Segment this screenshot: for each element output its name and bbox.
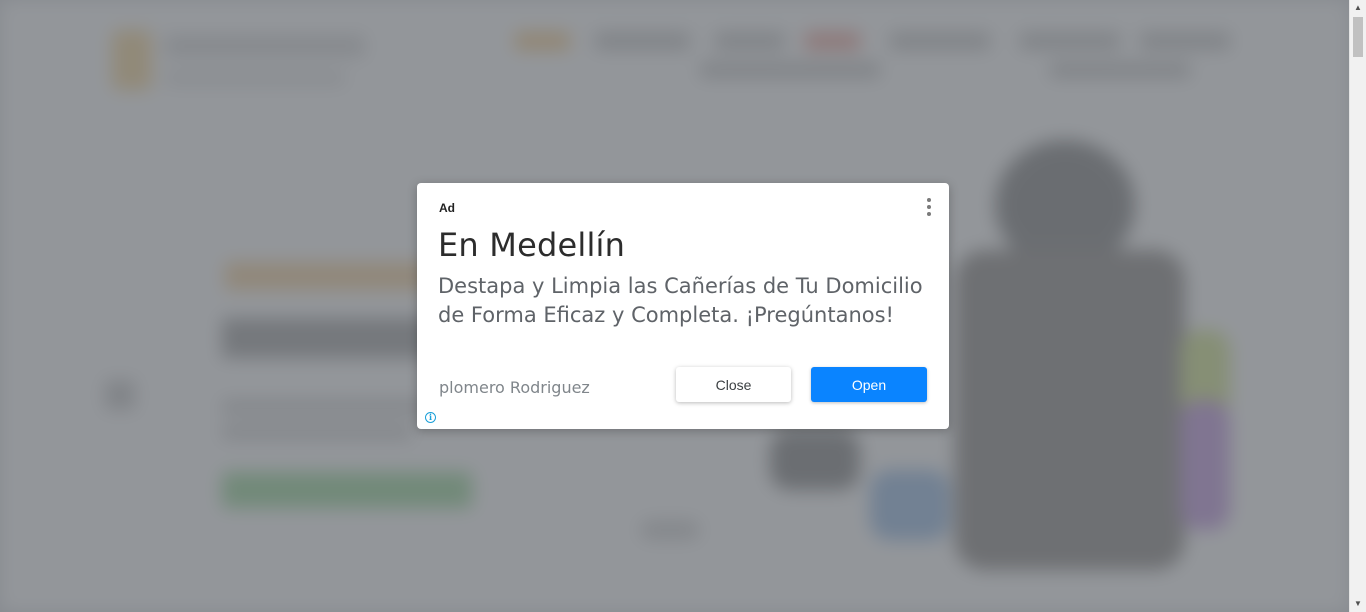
info-icon[interactable]: i	[425, 412, 436, 423]
menu-dot	[927, 212, 931, 216]
ad-advertiser[interactable]: plomero Rodriguez	[439, 378, 590, 397]
more-vertical-icon[interactable]	[921, 198, 937, 216]
ad-dialog: Ad En Medellín Destapa y Limpia las Cañe…	[417, 183, 949, 429]
open-button[interactable]: Open	[811, 367, 927, 402]
menu-dot	[927, 198, 931, 202]
close-button[interactable]: Close	[676, 367, 791, 402]
menu-dot	[927, 205, 931, 209]
vertical-scrollbar[interactable]: ▲ ▼	[1349, 0, 1366, 612]
ad-description[interactable]: Destapa y Limpia las Cañerías de Tu Domi…	[438, 272, 938, 330]
browser-viewport: ▲ ▼ Ad En Medellín Destapa y Limpia las …	[0, 0, 1366, 612]
scroll-down-arrow-icon[interactable]: ▼	[1350, 596, 1366, 612]
ad-label: Ad	[439, 201, 455, 215]
scroll-up-arrow-icon[interactable]: ▲	[1350, 0, 1366, 16]
ad-title[interactable]: En Medellín	[438, 226, 625, 264]
scrollbar-thumb[interactable]	[1353, 17, 1363, 57]
